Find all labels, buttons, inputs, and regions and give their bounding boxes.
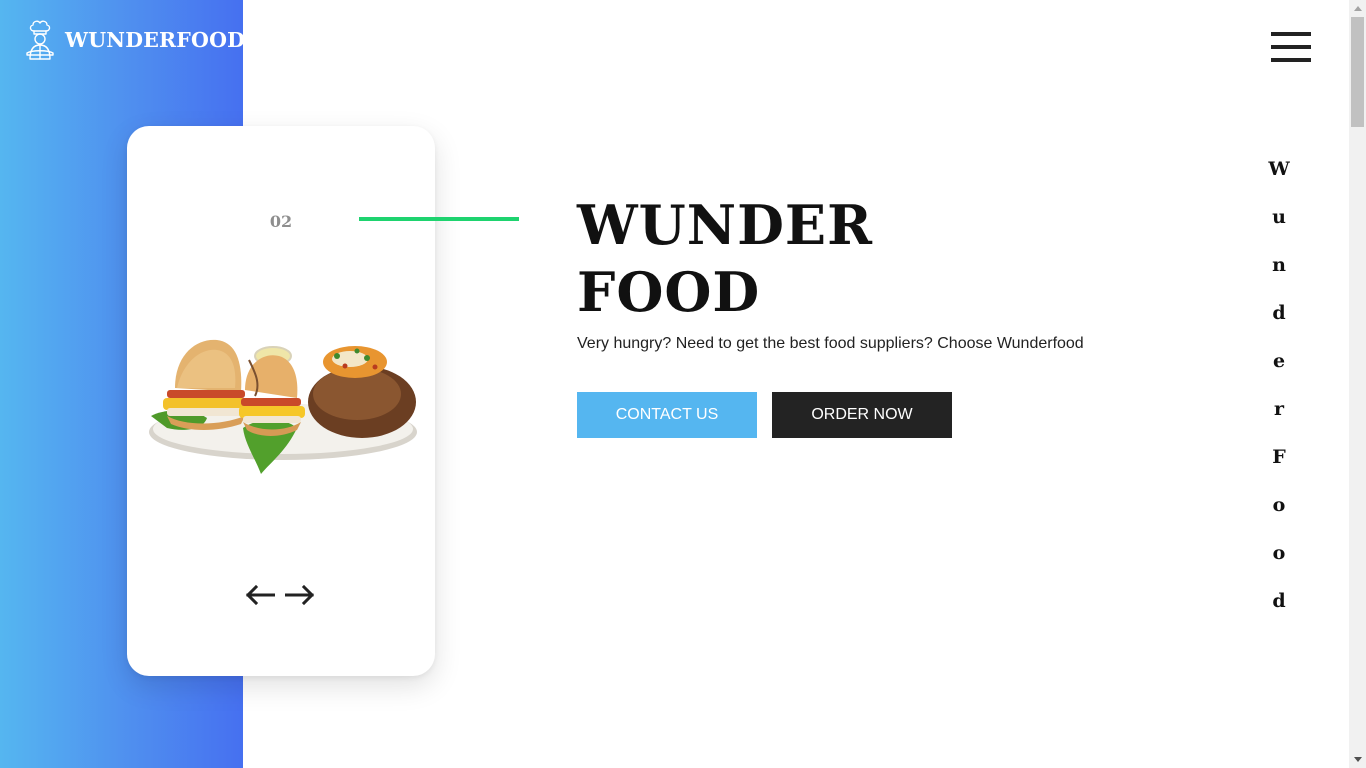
- hamburger-menu-icon-bar: [1271, 45, 1311, 49]
- vertical-letter: F: [1272, 446, 1286, 468]
- hamburger-menu-icon: [1271, 32, 1311, 36]
- accent-divider-line: [359, 217, 519, 221]
- slide-number: 02: [269, 212, 293, 231]
- vertical-letter: d: [1272, 302, 1286, 324]
- vertical-brand-text: W u n d e r F o o d: [1262, 153, 1296, 633]
- scroll-up-button[interactable]: [1349, 0, 1366, 17]
- hero-title-line2: FOOD: [577, 260, 761, 324]
- hero-title: WUNDER FOOD: [577, 192, 873, 326]
- brand-logo[interactable]: WUNDERFOOD: [24, 19, 245, 61]
- arrow-left-icon[interactable]: [245, 582, 275, 608]
- arrow-right-icon[interactable]: [285, 582, 315, 608]
- vertical-letter: r: [1273, 398, 1284, 420]
- scrollbar-thumb[interactable]: [1351, 17, 1364, 127]
- food-slider-card: 02: [127, 126, 435, 676]
- vertical-letter: o: [1272, 542, 1286, 564]
- brand-name: WUNDERFOOD: [65, 28, 246, 52]
- scroll-down-button[interactable]: [1349, 751, 1366, 768]
- chef-icon: [26, 20, 54, 60]
- hero-title-line1: WUNDER: [577, 193, 873, 257]
- hamburger-menu-icon-bar: [1271, 58, 1311, 62]
- vertical-letter: o: [1272, 494, 1286, 516]
- vertical-letter: W: [1268, 158, 1290, 180]
- triangle-up-icon: [1353, 6, 1362, 11]
- contact-us-button[interactable]: CONTACT US: [577, 392, 757, 438]
- vertical-letter: u: [1272, 206, 1286, 228]
- hamburger-menu-button[interactable]: [1271, 32, 1313, 62]
- hero-subtitle: Very hungry? Need to get the best food s…: [577, 335, 1084, 352]
- food-plate-image: [149, 339, 417, 474]
- order-now-button[interactable]: ORDER NOW: [772, 392, 952, 438]
- vertical-letter: e: [1272, 350, 1286, 372]
- page-scrollbar[interactable]: [1349, 0, 1366, 768]
- vertical-letter: n: [1272, 254, 1286, 276]
- vertical-letter: d: [1272, 590, 1286, 612]
- triangle-down-icon: [1353, 757, 1362, 762]
